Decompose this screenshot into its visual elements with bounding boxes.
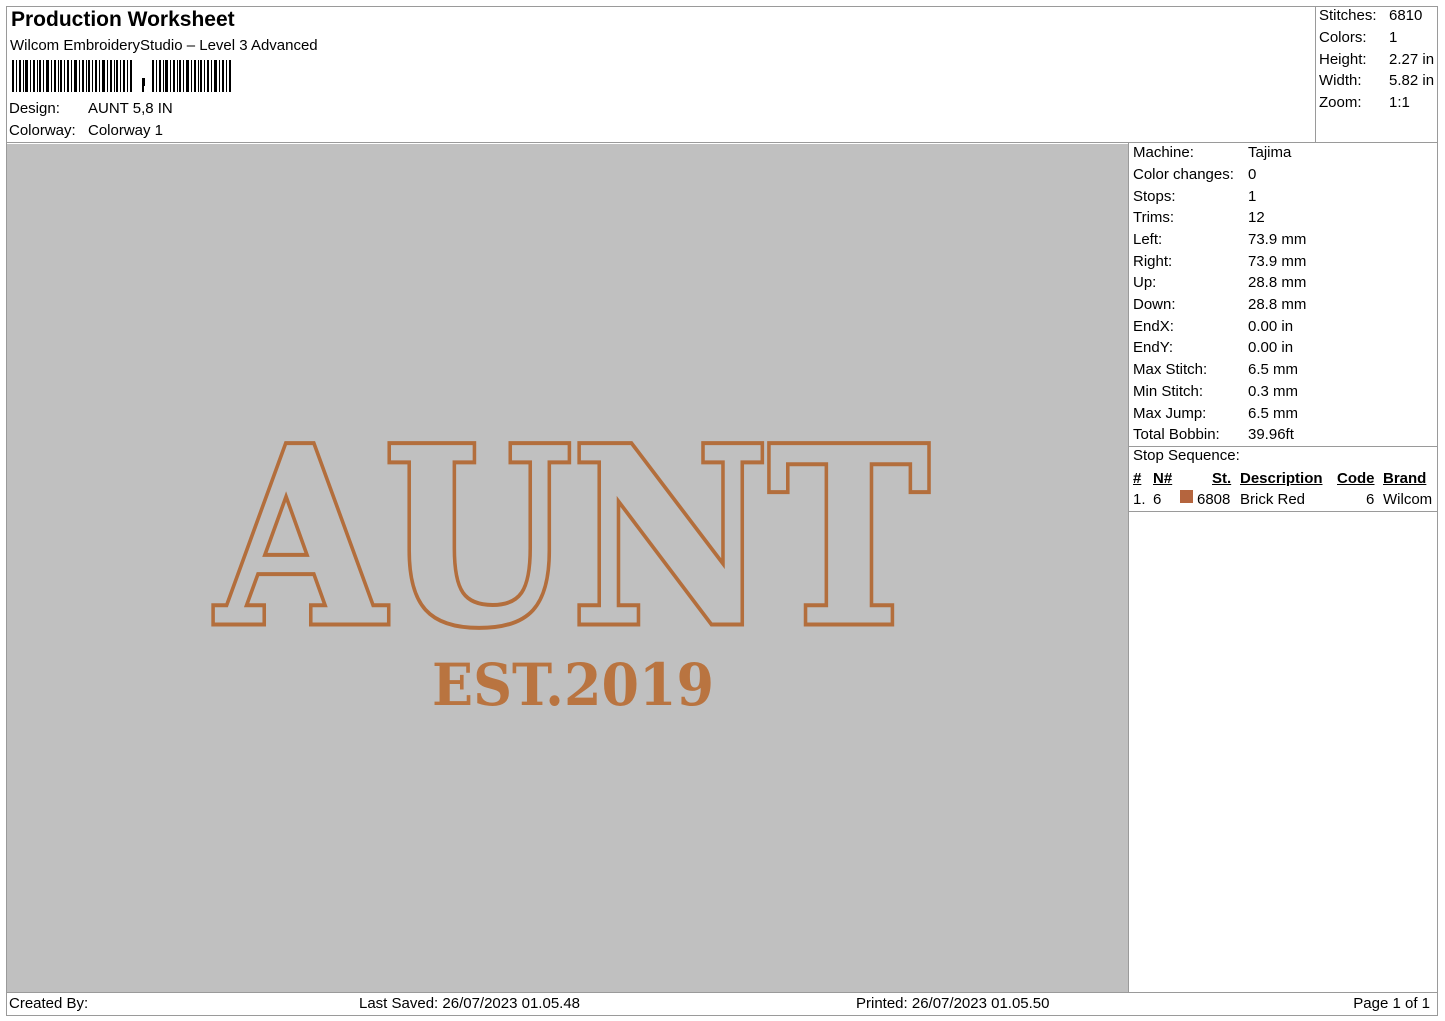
design-preview: AUNT AUNT EST.2019: [7, 144, 1128, 992]
col-code: Code: [1337, 470, 1375, 487]
worksheet-header: Production Worksheet Wilcom EmbroiderySt…: [6, 6, 1316, 143]
summary-width: Width: 5.82 in: [1319, 72, 1435, 89]
divider: [1129, 511, 1438, 512]
info-right: Right: 73.9 mm: [1133, 253, 1307, 270]
info-endy: EndY: 0.00 in: [1133, 339, 1294, 356]
colorway-row: Colorway: Colorway 1: [9, 122, 163, 139]
row-index: 1.: [1133, 491, 1146, 508]
col-st: St.: [1212, 470, 1232, 487]
info-machine: Machine: Tajima: [1133, 144, 1292, 161]
info-max-stitch: Max Stitch: 6.5 mm: [1133, 361, 1299, 378]
design-value: AUNT 5,8 IN: [88, 100, 173, 117]
info-endx: EndX: 0.00 in: [1133, 318, 1294, 335]
design-sub-text: EST.2019: [432, 651, 714, 719]
info-stops: Stops: 1: [1133, 188, 1257, 205]
col-description: Description: [1240, 470, 1323, 487]
summary-colors: Colors: 1: [1319, 29, 1398, 46]
printed-date: Printed: 26/07/2023 01.05.50: [856, 995, 1050, 1012]
summary-panel: Stitches: 6810 Colors: 1 Height: 2.27 in Wi…: [1315, 6, 1438, 143]
col-hash: #: [1133, 470, 1142, 487]
info-trims: Trims: 12: [1133, 209, 1265, 226]
page-number: Page 1 of 1: [1353, 995, 1430, 1012]
colorway-value: Colorway 1: [88, 122, 164, 139]
info-max-jump: Max Jump: 6.5 mm: [1133, 405, 1299, 422]
info-down: Down: 28.8 mm: [1133, 296, 1307, 313]
info-total-bobbin: Total Bobbin: 39.96ft: [1133, 426, 1294, 443]
worksheet-footer: Created By: Last Saved: 26/07/2023 01.05…: [6, 992, 1438, 1016]
last-saved: Last Saved: 26/07/2023 01.05.48: [359, 995, 581, 1012]
software-name: Wilcom EmbroideryStudio – Level 3 Advanc…: [10, 37, 318, 54]
machine-info-panel: Machine: Tajima Color changes: 0 Stops: 1 T…: [1128, 143, 1438, 993]
row-st: 6808: [1197, 491, 1231, 508]
info-left: Left: 73.9 mm: [1133, 231, 1307, 248]
summary-zoom: Zoom: 1:1: [1319, 94, 1410, 111]
row-n: 6: [1153, 491, 1162, 508]
design-label: Design:: [9, 100, 60, 117]
summary-stitches: Stitches: 6810: [1319, 7, 1423, 24]
col-brand: Brand: [1383, 470, 1427, 487]
info-min-stitch: Min Stitch: 0.3 mm: [1133, 383, 1299, 400]
design-main-text-inner: AUNT: [215, 396, 929, 680]
row-brand: Wilcom: [1383, 491, 1433, 508]
row-code: 6: [1366, 491, 1375, 508]
worksheet-title: Production Worksheet: [11, 8, 235, 31]
design-row: Design: AUNT 5,8 IN: [9, 100, 173, 117]
stop-sequence-title: Stop Sequence:: [1133, 447, 1240, 464]
col-n: N#: [1153, 470, 1173, 487]
summary-height: Height: 2.27 in: [1319, 51, 1435, 68]
info-color-changes: Color changes: 0: [1133, 166, 1257, 183]
thread-color-swatch: [1180, 490, 1193, 503]
embroidery-design: AUNT AUNT EST.2019: [211, 392, 934, 720]
row-description: Brick Red: [1240, 491, 1306, 508]
created-by: Created By:: [9, 995, 89, 1012]
barcode-icon: [12, 60, 231, 92]
colorway-label: Colorway:: [9, 122, 76, 139]
info-up: Up: 28.8 mm: [1133, 274, 1307, 291]
